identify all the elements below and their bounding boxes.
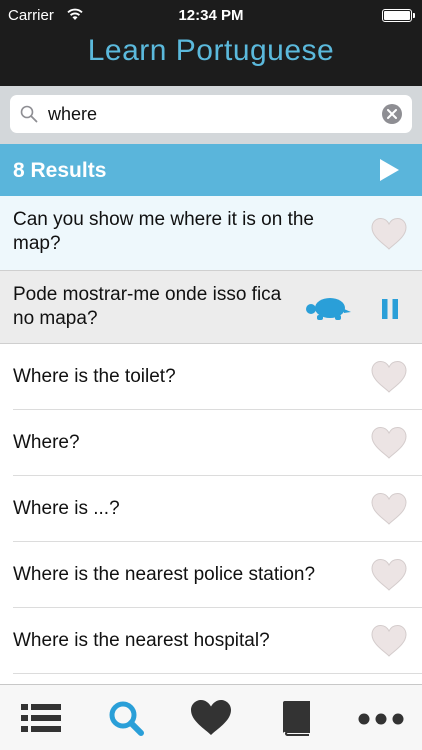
results-header: 8 Results — [0, 144, 422, 196]
list-item[interactable]: Where is ...? — [0, 476, 422, 542]
list-item[interactable]: Where is the toilet? — [0, 344, 422, 410]
play-all-icon[interactable] — [378, 158, 400, 182]
list-icon — [21, 704, 61, 732]
heart-icon[interactable] — [370, 426, 408, 460]
phrase-text: Where? — [13, 432, 80, 453]
page-title: Learn Portuguese — [87, 34, 335, 67]
book-icon — [283, 701, 310, 736]
status-time: 12:34 PM — [178, 7, 244, 24]
search-bar — [0, 86, 422, 144]
heart-icon[interactable] — [370, 558, 408, 592]
translation-text: Pode mostrar-me onde isso fica no mapa? — [13, 284, 282, 329]
tab-search[interactable] — [104, 699, 150, 737]
heart-icon[interactable] — [370, 492, 408, 526]
search-field[interactable] — [10, 95, 412, 133]
phrase-text: Where is the toilet? — [13, 366, 176, 387]
row-separator — [13, 673, 422, 674]
list-item[interactable]: Can you show me where it is on the map? — [0, 196, 422, 270]
more-icon — [358, 713, 404, 725]
battery-icon — [382, 9, 415, 22]
heart-icon[interactable] — [370, 360, 408, 394]
tab-list[interactable] — [18, 699, 64, 737]
search-icon — [109, 701, 144, 736]
results-list: Can you show me where it is on the map? … — [0, 196, 422, 674]
tab-book[interactable] — [274, 699, 320, 737]
phrase-text: Where is the nearest hospital? — [13, 630, 270, 651]
magnifier-icon — [20, 105, 38, 123]
translation-row[interactable]: Pode mostrar-me onde isso fica no mapa? — [0, 270, 422, 344]
search-input[interactable] — [48, 101, 368, 127]
top-bar: Carrier 12:34 PM Learn Portuguese — [0, 0, 422, 86]
turtle-icon[interactable] — [302, 295, 354, 321]
list-item[interactable]: Where is the nearest hospital? — [0, 608, 422, 674]
phrase-text: Where is the nearest police station? — [13, 564, 316, 585]
close-icon — [387, 109, 397, 119]
heart-icon — [191, 700, 231, 735]
tab-more[interactable] — [356, 699, 404, 737]
heart-icon[interactable] — [370, 624, 408, 658]
phrase-text: Can you show me where it is on the map? — [13, 209, 314, 254]
clear-search-button[interactable] — [382, 104, 402, 124]
phrase-text: Where is ...? — [13, 498, 120, 519]
list-item[interactable]: Where is the nearest police station? — [0, 542, 422, 608]
list-item[interactable]: Where? — [0, 410, 422, 476]
pause-icon[interactable] — [380, 298, 400, 320]
status-bar: Carrier 12:34 PM — [0, 0, 422, 30]
tab-bar — [0, 684, 422, 750]
results-count: 8 Results — [13, 159, 107, 182]
heart-icon[interactable] — [370, 217, 408, 251]
tab-favorites[interactable] — [188, 699, 234, 737]
